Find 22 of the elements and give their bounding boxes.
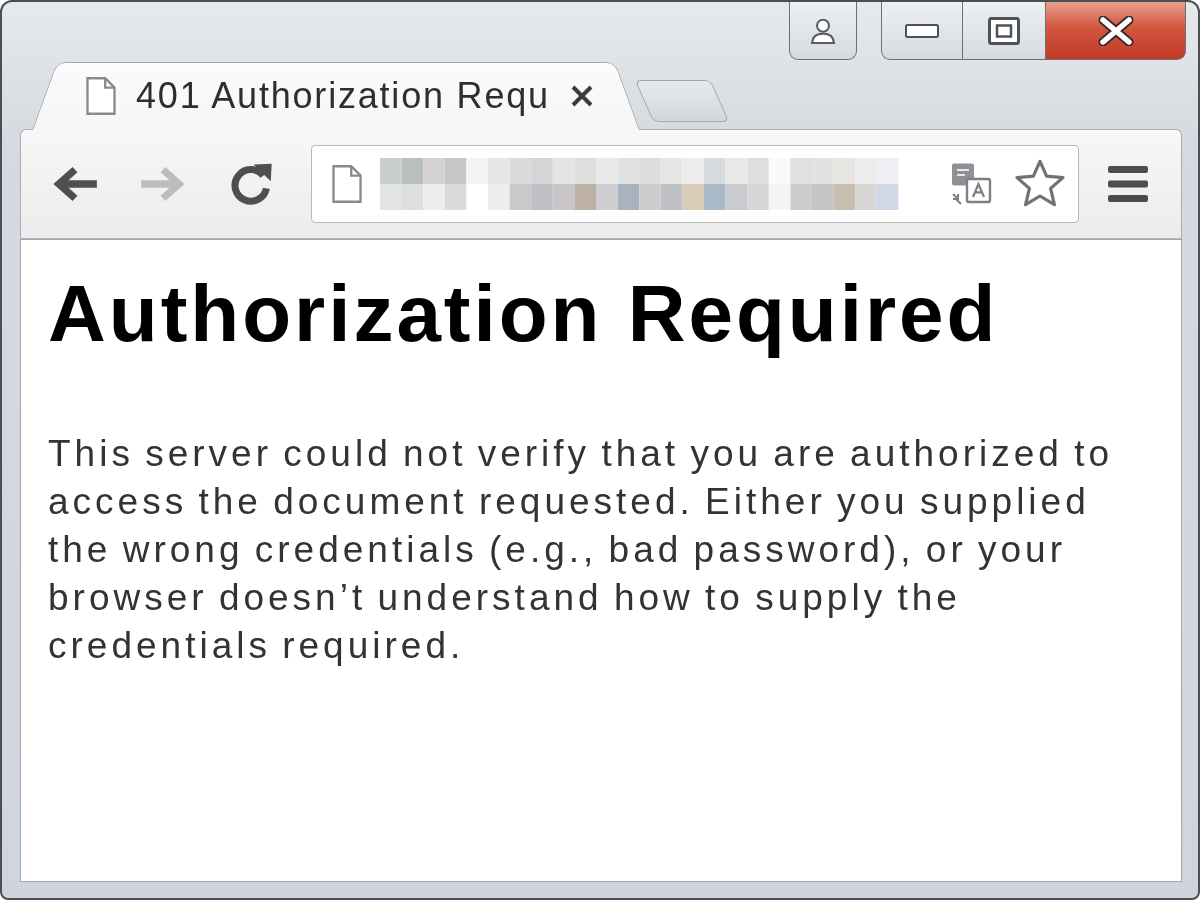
- arrow-left-icon: [52, 165, 98, 203]
- translate-icon[interactable]: [950, 162, 992, 206]
- page-heading: Authorization Required: [48, 268, 1000, 360]
- page-body-text: This server could not verify that you are authorized to access the document requested. Either you supplied the wrong credentials (e.g., bad password), or your browser doesn’t understand how to supply the credentials required.: [48, 432, 1114, 668]
- close-icon: [1097, 15, 1134, 46]
- address-bar[interactable]: [311, 145, 1079, 223]
- close-tab-button[interactable]: [570, 84, 594, 108]
- person-icon: [810, 17, 836, 44]
- maximize-button[interactable]: [963, 2, 1046, 60]
- close-window-button[interactable]: [1046, 2, 1186, 60]
- page-icon: [86, 77, 116, 115]
- menu-icon: [1108, 166, 1148, 202]
- page-icon: [332, 165, 362, 203]
- maximize-icon: [988, 16, 1020, 45]
- minimize-button[interactable]: [881, 2, 963, 60]
- bookmark-star-icon[interactable]: [1014, 159, 1066, 209]
- profile-button[interactable]: [789, 2, 857, 60]
- reload-icon: [229, 162, 273, 206]
- minimize-icon: [905, 23, 939, 38]
- close-icon: [570, 84, 594, 108]
- browser-tab[interactable]: 401 Authorization Requ: [32, 62, 640, 130]
- arrow-right-icon: [140, 165, 186, 203]
